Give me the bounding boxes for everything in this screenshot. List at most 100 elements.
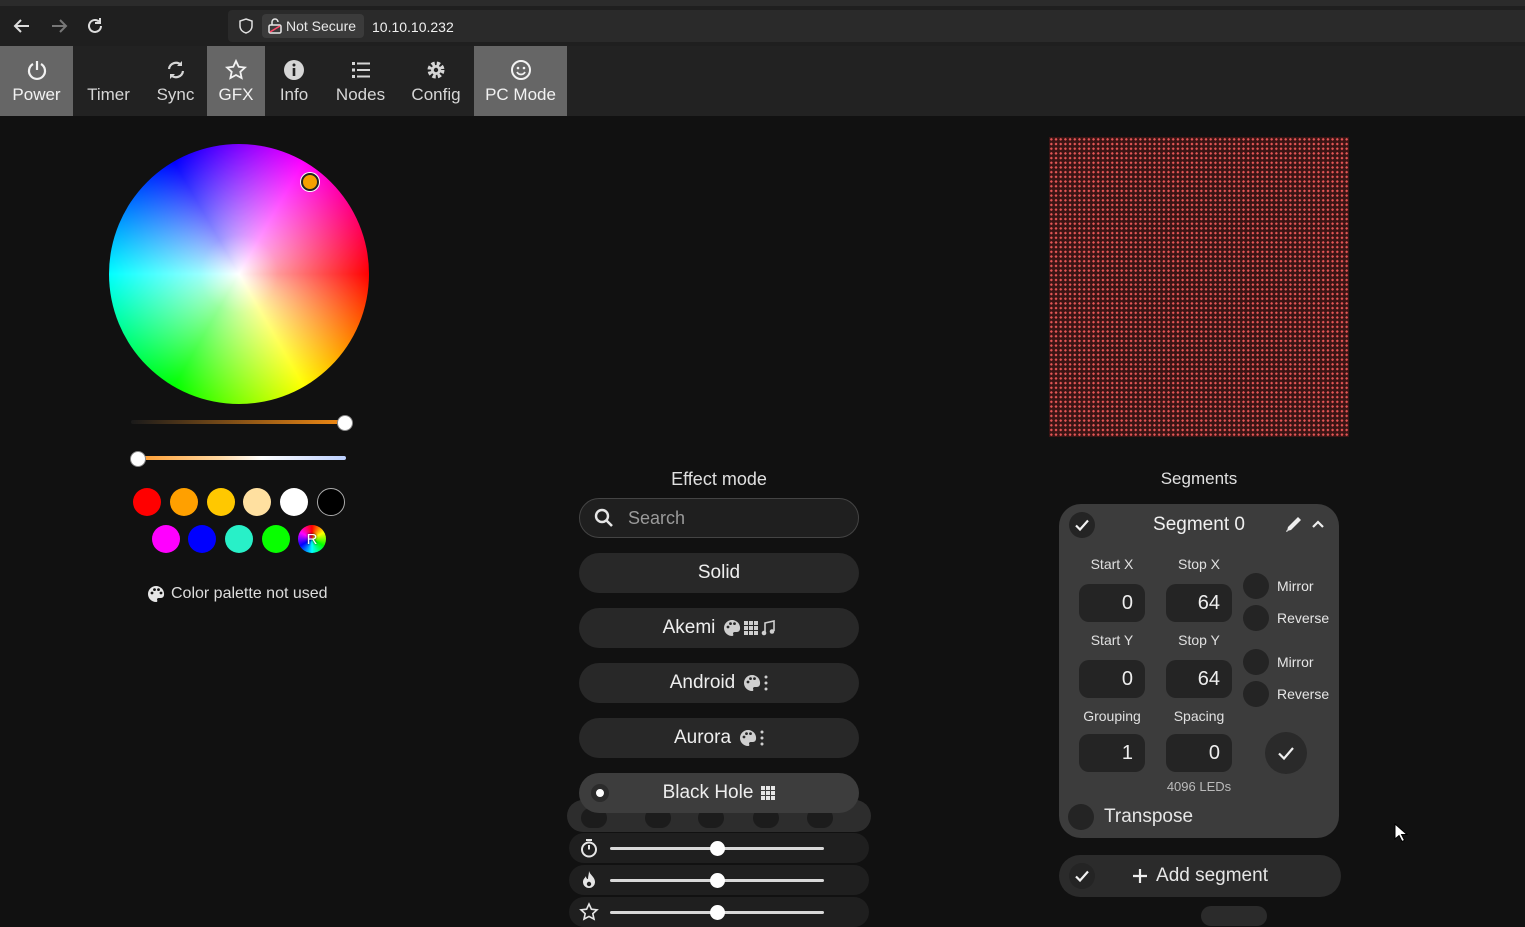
- security-label: Not Secure: [286, 18, 357, 34]
- start-y-input[interactable]: 0: [1079, 660, 1145, 698]
- effect-search-input[interactable]: [626, 506, 830, 530]
- tab-sync[interactable]: Sync: [144, 46, 207, 116]
- tab-nodes[interactable]: Nodes: [323, 46, 398, 116]
- quick-color-magenta[interactable]: [152, 525, 180, 553]
- reverse-x-option[interactable]: Reverse: [1243, 605, 1329, 631]
- tab-pc-mode[interactable]: PC Mode: [474, 46, 567, 116]
- reverse-y-option[interactable]: Reverse: [1243, 681, 1329, 707]
- stop-x-input[interactable]: 64: [1166, 584, 1232, 622]
- tab-label: Sync: [156, 85, 195, 104]
- effect-item-aurora[interactable]: Aurora: [579, 718, 859, 758]
- color-temperature-slider-thumb[interactable]: [130, 451, 146, 467]
- tab-label: Nodes: [335, 85, 386, 104]
- stop-y-input[interactable]: 64: [1166, 660, 1232, 698]
- tab-config[interactable]: Config: [398, 46, 474, 116]
- color-temperature-slider[interactable]: [135, 456, 346, 460]
- tab-label: Power: [12, 85, 61, 104]
- fire-icon: [583, 871, 595, 888]
- quick-color-warm-white[interactable]: [243, 488, 271, 516]
- start-x-input[interactable]: 0: [1079, 584, 1145, 622]
- check-icon: [1278, 747, 1294, 761]
- more-button[interactable]: [1201, 906, 1267, 926]
- palette-note-text: Color palette not used: [171, 585, 328, 602]
- back-arrow-icon[interactable]: [8, 12, 36, 40]
- quick-color-cyan[interactable]: [225, 525, 253, 553]
- top-menu: Power Timer Sync GFX Info Nodes Config P…: [0, 46, 1525, 116]
- quick-color-green[interactable]: [262, 525, 290, 553]
- star-icon: [225, 57, 247, 83]
- url-text[interactable]: 10.10.10.232: [372, 19, 454, 35]
- broken-lock-icon: [268, 18, 282, 34]
- add-segment-label: Add segment: [1156, 865, 1268, 886]
- tab-label: Timer: [87, 85, 130, 104]
- palette-icon: [724, 619, 741, 636]
- sync-icon: [165, 57, 187, 83]
- quick-color-white[interactable]: [280, 488, 308, 516]
- reverse-x-checkbox[interactable]: [1243, 605, 1269, 631]
- mirror-x-option[interactable]: Mirror: [1243, 573, 1314, 599]
- tab-timer[interactable]: Timer: [73, 46, 144, 116]
- add-segment-button[interactable]: Add segment: [1059, 855, 1341, 897]
- mirror-y-option[interactable]: Mirror: [1243, 649, 1314, 675]
- effect-name: Android: [669, 672, 736, 693]
- color-wheel-marker[interactable]: [301, 173, 319, 191]
- effect-item-solid[interactable]: Solid: [579, 553, 859, 593]
- random-color-button[interactable]: R: [298, 525, 326, 553]
- segment-select-checkbox[interactable]: [1069, 512, 1095, 538]
- spacing-input[interactable]: 0: [1166, 734, 1232, 772]
- tab-label: Info: [279, 85, 309, 104]
- reload-icon[interactable]: [81, 12, 109, 40]
- brightness-slider-thumb[interactable]: [337, 415, 353, 431]
- custom-control: [569, 897, 869, 927]
- led-matrix-preview: [1049, 137, 1349, 437]
- reverse-label: Reverse: [1277, 610, 1330, 626]
- strip-icon: [760, 730, 764, 746]
- apply-segment-button[interactable]: [1265, 732, 1307, 774]
- selected-radio: [591, 784, 609, 802]
- tab-label: GFX: [218, 85, 254, 104]
- quick-color-black[interactable]: [317, 488, 345, 516]
- gear-icon: [425, 57, 447, 83]
- tab-power[interactable]: Power: [0, 46, 73, 116]
- mirror-y-checkbox[interactable]: [1243, 649, 1269, 675]
- tab-gfx[interactable]: GFX: [207, 46, 265, 116]
- palette-icon: [744, 674, 761, 691]
- effect-item-android[interactable]: Android: [579, 663, 859, 703]
- forward-arrow-icon[interactable]: [45, 12, 73, 40]
- quick-color-blue[interactable]: [188, 525, 216, 553]
- list-icon: [350, 57, 372, 83]
- chevron-up-icon[interactable]: [1311, 518, 1325, 530]
- strip-icon: [764, 675, 768, 691]
- effect-item-akemi[interactable]: Akemi: [579, 608, 859, 648]
- tab-info[interactable]: Info: [265, 46, 323, 116]
- grouping-label: Grouping: [1083, 708, 1141, 724]
- quick-color-amber[interactable]: [207, 488, 235, 516]
- security-indicator[interactable]: Not Secure: [262, 14, 365, 38]
- quick-color-orange[interactable]: [170, 488, 198, 516]
- intensity-slider-thumb[interactable]: [710, 873, 725, 888]
- matrix-icon: [744, 621, 759, 635]
- add-segment-checkbox[interactable]: [1069, 863, 1095, 889]
- pencil-icon[interactable]: [1284, 514, 1304, 534]
- grouping-input[interactable]: 1: [1079, 734, 1145, 772]
- segment-name[interactable]: Segment 0: [1129, 514, 1269, 536]
- custom-slider-thumb[interactable]: [710, 905, 725, 920]
- mirror-x-checkbox[interactable]: [1243, 573, 1269, 599]
- mouse-cursor-icon: [1394, 823, 1408, 843]
- color-wheel[interactable]: [109, 144, 369, 404]
- reverse-y-checkbox[interactable]: [1243, 681, 1269, 707]
- stop-y-label: Stop Y: [1178, 632, 1220, 648]
- check-icon: [1075, 870, 1089, 883]
- effect-item-black-hole[interactable]: Black Hole: [579, 773, 859, 813]
- power-icon: [26, 57, 48, 83]
- smiley-icon: [510, 57, 532, 83]
- speed-slider-thumb[interactable]: [710, 841, 725, 856]
- quick-color-red[interactable]: [133, 488, 161, 516]
- brightness-slider[interactable]: [131, 420, 345, 424]
- transpose-option[interactable]: Transpose: [1068, 804, 1193, 830]
- tab-label: PC Mode: [485, 85, 556, 104]
- transpose-checkbox[interactable]: [1068, 804, 1094, 830]
- spacing-label: Spacing: [1173, 708, 1225, 724]
- effect-search[interactable]: [579, 498, 859, 538]
- random-color-label: R: [306, 530, 318, 548]
